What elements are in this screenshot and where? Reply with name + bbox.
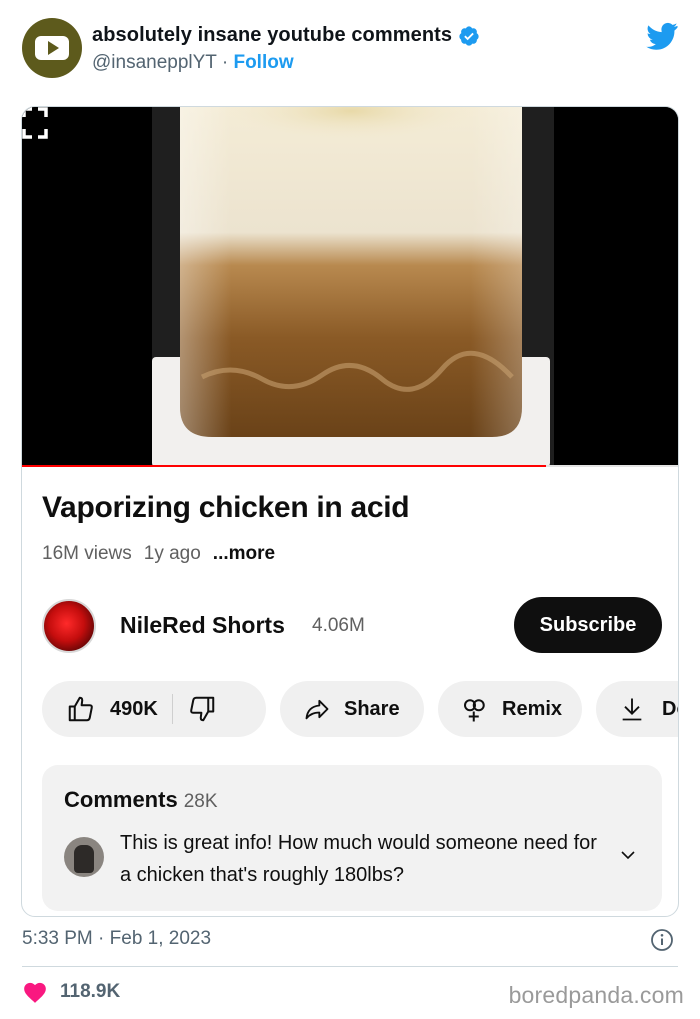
download-button[interactable]: Do xyxy=(596,681,678,737)
handle-row: @insanepplYT · Follow xyxy=(92,52,294,74)
upload-age: 1y ago xyxy=(143,543,201,564)
handle-separator: · xyxy=(221,52,229,73)
watermark: boredpanda.com xyxy=(508,982,684,1008)
video-progress-fill xyxy=(22,465,547,467)
share-icon xyxy=(305,699,329,720)
comments-section[interactable]: Comments 28K This is great info! How much… xyxy=(42,765,662,911)
view-count: 16M views xyxy=(42,543,132,564)
info-icon[interactable] xyxy=(650,928,674,952)
tweet-timestamp[interactable]: 5:33 PM · Feb 1, 2023 xyxy=(22,928,211,950)
youtube-logo-icon xyxy=(35,36,69,60)
subscriber-count: 4.06M xyxy=(312,615,365,636)
fullscreen-icon[interactable] xyxy=(22,107,48,139)
cat-avatar-image xyxy=(74,845,94,873)
download-label: Do xyxy=(662,697,678,720)
video-title: Vaporizing chicken in acid xyxy=(42,491,410,524)
likes-row: 118.9K xyxy=(22,980,120,1004)
twitter-bird-icon[interactable] xyxy=(646,22,678,50)
embedded-media-card[interactable]: Vaporizing chicken in acid 16M views 1y … xyxy=(21,106,679,917)
verified-icon xyxy=(459,25,479,46)
remix-icon xyxy=(464,699,485,722)
commenter-avatar[interactable] xyxy=(64,837,104,877)
tweet-header: absolutely insane youtube comments @insa… xyxy=(22,18,682,80)
channel-name[interactable]: NileRed Shorts xyxy=(120,612,285,639)
more-button[interactable]: ...more xyxy=(213,543,275,565)
video-player[interactable] xyxy=(22,107,678,467)
like-dislike-pill: 490K xyxy=(42,681,266,737)
comments-title: Comments xyxy=(64,787,178,812)
account-name-row: absolutely insane youtube comments xyxy=(92,24,480,47)
download-icon xyxy=(622,698,642,721)
account-name[interactable]: absolutely insane youtube comments xyxy=(92,24,452,47)
chevron-down-icon[interactable] xyxy=(620,849,636,861)
channel-row: NileRed Shorts 4.06M Subscribe xyxy=(42,597,662,655)
account-handle[interactable]: @insanepplYT xyxy=(92,52,217,73)
like-divider xyxy=(171,694,173,724)
remix-label: Remix xyxy=(502,697,563,720)
account-avatar[interactable] xyxy=(22,18,82,78)
top-comment-text: This is great info! How much would someo… xyxy=(120,832,597,886)
like-count[interactable]: 490K xyxy=(110,698,158,721)
thumbs-down-icon[interactable] xyxy=(187,694,217,724)
footer-divider xyxy=(22,966,678,967)
share-label: Share xyxy=(344,697,400,720)
follow-button[interactable]: Follow xyxy=(233,52,293,73)
comments-header: Comments 28K xyxy=(64,787,218,813)
heart-icon[interactable] xyxy=(22,980,48,1004)
video-frame-image xyxy=(22,107,678,467)
remix-button[interactable]: Remix xyxy=(438,681,582,737)
action-bar: 490K Share Remix Do xyxy=(42,681,678,739)
channel-avatar[interactable] xyxy=(42,599,96,653)
thumbs-up-icon[interactable] xyxy=(66,694,96,724)
video-meta: 16M views 1y ago ...more xyxy=(42,543,275,565)
tweet-like-count: 118.9K xyxy=(60,981,121,1002)
share-button[interactable]: Share xyxy=(280,681,424,737)
comments-count: 28K xyxy=(183,791,218,812)
subscribe-button[interactable]: Subscribe xyxy=(514,597,662,653)
video-progress-bar[interactable] xyxy=(22,465,678,467)
